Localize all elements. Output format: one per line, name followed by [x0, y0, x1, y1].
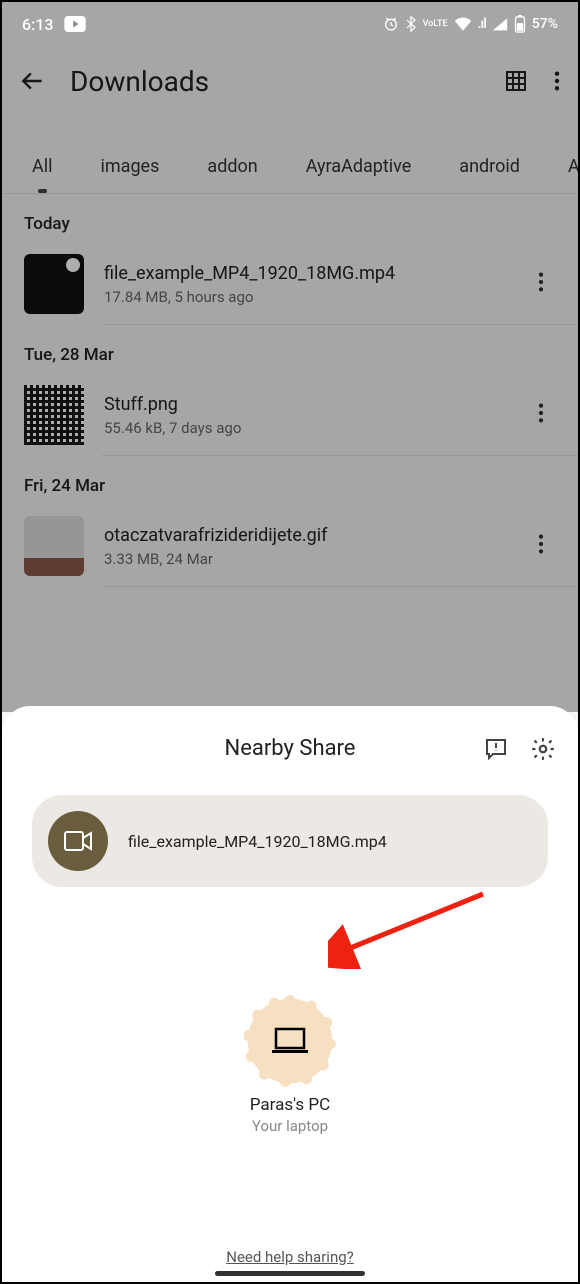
section-header: Today [2, 194, 578, 244]
volte-icon: VoLTE [423, 20, 448, 29]
signal-icon [492, 17, 508, 31]
tab-ayraadaptive[interactable]: AyraAdaptive [306, 156, 412, 177]
alarm-icon [383, 16, 399, 32]
status-time: 6:13 [22, 15, 54, 34]
annotation-arrow [328, 889, 488, 969]
back-icon[interactable] [20, 68, 46, 94]
more-icon[interactable] [554, 70, 560, 92]
signal-dots-icon: .ıl [478, 16, 486, 32]
file-name: otaczatvarafrizideridijete.gif [104, 525, 506, 546]
help-link[interactable]: Need help sharing? [24, 1248, 556, 1266]
bluetooth-icon [405, 16, 417, 32]
file-more-icon[interactable] [526, 271, 556, 297]
battery-icon [514, 15, 526, 33]
file-name: file_example_MP4_1920_18MG.mp4 [104, 263, 506, 284]
section-header: Tue, 28 Mar [2, 325, 578, 375]
tab-ayrala[interactable]: AyraLa [568, 156, 578, 177]
sheet-title: Nearby Share [225, 736, 356, 761]
tab-addon[interactable]: addon [207, 156, 257, 177]
image-thumbnail [24, 516, 84, 576]
device-target[interactable] [250, 1001, 330, 1081]
device-name: Paras's PC [250, 1095, 330, 1115]
tab-all[interactable]: All [32, 156, 53, 177]
app-bar: Downloads [2, 46, 578, 116]
laptop-icon [270, 1026, 310, 1056]
feedback-icon[interactable] [484, 737, 508, 761]
video-file-icon [48, 811, 108, 871]
sharing-file-name: file_example_MP4_1920_18MG.mp4 [128, 832, 387, 851]
file-meta: 55.46 kB, 7 days ago [104, 419, 506, 437]
gear-icon[interactable] [530, 736, 556, 762]
device-subtitle: Your laptop [252, 1117, 328, 1135]
tab-images[interactable]: images [101, 156, 160, 177]
list-item[interactable]: Stuff.png 55.46 kB, 7 days ago [2, 375, 578, 455]
home-indicator[interactable] [215, 1271, 365, 1276]
sharing-file-chip[interactable]: file_example_MP4_1920_18MG.mp4 [32, 795, 548, 887]
list-item[interactable]: otaczatvarafrizideridijete.gif 3.33 MB, … [2, 506, 578, 586]
list-item[interactable]: file_example_MP4_1920_18MG.mp4 17.84 MB,… [2, 244, 578, 324]
tabs: All images addon AyraAdaptive android Ay… [2, 116, 578, 194]
tab-android[interactable]: android [459, 156, 520, 177]
file-meta: 17.84 MB, 5 hours ago [104, 288, 506, 306]
file-more-icon[interactable] [526, 533, 556, 559]
image-thumbnail [24, 385, 84, 445]
file-more-icon[interactable] [526, 402, 556, 428]
section-header: Fri, 24 Mar [2, 456, 578, 506]
nearby-share-sheet: Nearby Share file_example_MP4_1920_18MG.… [2, 706, 578, 1282]
youtube-icon [64, 16, 86, 32]
battery-percent: 57% [532, 16, 558, 32]
status-bar: 6:13 VoLTE .ıl 57% [2, 2, 578, 46]
file-meta: 3.33 MB, 24 Mar [104, 550, 506, 568]
wifi-icon [454, 17, 472, 31]
video-thumbnail [24, 254, 84, 314]
file-name: Stuff.png [104, 394, 506, 415]
page-title: Downloads [70, 65, 480, 98]
grid-view-icon[interactable] [504, 69, 528, 93]
divider [102, 586, 578, 587]
